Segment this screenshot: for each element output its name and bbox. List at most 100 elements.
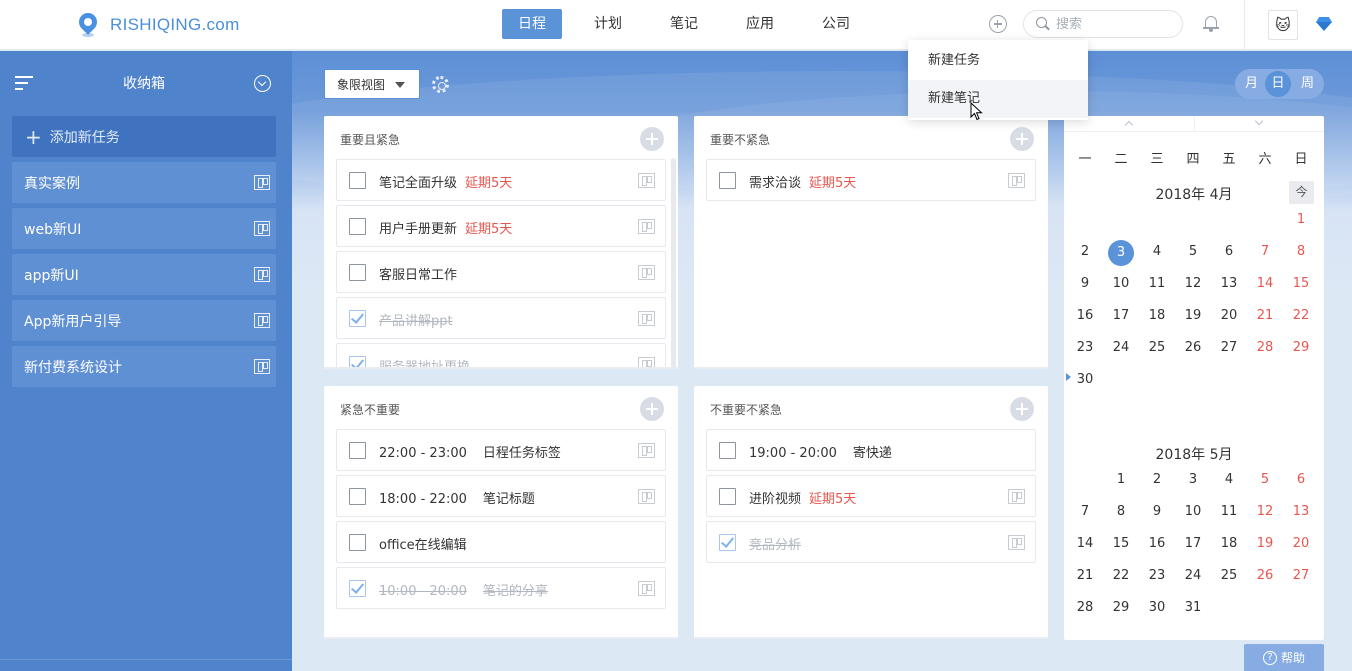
calendar-day[interactable]: 21	[1067, 564, 1103, 588]
sidebar-item[interactable]: web新UI	[12, 208, 276, 249]
calendar-day[interactable]: 5	[1175, 240, 1211, 264]
calendar-day[interactable]: 17	[1175, 532, 1211, 556]
search-input[interactable]	[1056, 16, 1166, 32]
view-select[interactable]: 象限视图	[324, 69, 420, 99]
kanban-icon[interactable]	[638, 489, 655, 504]
sidebar-item[interactable]: app新UI	[12, 254, 276, 295]
kanban-icon[interactable]	[254, 313, 270, 328]
task-item[interactable]: 服务器地址更换	[336, 343, 666, 369]
bell-icon[interactable]	[1203, 15, 1219, 33]
chevron-down-icon[interactable]	[1254, 116, 1264, 126]
kanban-icon[interactable]	[638, 219, 655, 234]
kanban-icon[interactable]	[1008, 173, 1025, 188]
add-circle-icon[interactable]	[989, 15, 1007, 33]
nav-tab-plan[interactable]: 计划	[582, 9, 634, 39]
calendar-day[interactable]: 8	[1283, 240, 1319, 264]
mode-day[interactable]: 日	[1265, 71, 1291, 97]
calendar-day[interactable]: 3	[1103, 240, 1139, 266]
calendar-day[interactable]: 10	[1175, 500, 1211, 524]
kanban-icon[interactable]	[254, 221, 270, 236]
add-task-icon[interactable]	[1010, 397, 1034, 421]
task-item[interactable]: 需求洽谈 延期5天	[706, 159, 1036, 201]
calendar-day[interactable]: 10	[1103, 272, 1139, 296]
add-task-icon[interactable]	[1010, 127, 1034, 151]
calendar-day[interactable]: 9	[1139, 500, 1175, 524]
gear-icon[interactable]	[432, 76, 449, 93]
task-checkbox[interactable]	[349, 310, 366, 327]
calendar-day[interactable]: 2	[1067, 240, 1103, 264]
calendar-day[interactable]: 23	[1139, 564, 1175, 588]
kanban-icon[interactable]	[638, 443, 655, 458]
task-checkbox[interactable]	[349, 264, 366, 281]
task-checkbox[interactable]	[349, 218, 366, 235]
kanban-icon[interactable]	[1008, 489, 1025, 504]
task-item[interactable]: 19:00 - 20:00 寄快递	[706, 429, 1036, 471]
task-item[interactable]: 22:00 - 23:00 日程任务标签	[336, 429, 666, 471]
add-task-icon[interactable]	[640, 127, 664, 151]
calendar-day[interactable]: 19	[1247, 532, 1283, 556]
task-checkbox[interactable]	[719, 442, 736, 459]
calendar-day[interactable]: 13	[1211, 272, 1247, 296]
calendar-day[interactable]: 29	[1103, 596, 1139, 620]
sidebar-item[interactable]: App新用户引导	[12, 300, 276, 341]
help-button[interactable]: ? 帮助	[1244, 644, 1324, 671]
task-item[interactable]: 竞品分析	[706, 521, 1036, 563]
task-item[interactable]: 18:00 - 22:00 笔记标题	[336, 475, 666, 517]
calendar-day[interactable]: 20	[1283, 532, 1319, 556]
calendar-day[interactable]: 18	[1211, 532, 1247, 556]
calendar-day[interactable]: 24	[1103, 336, 1139, 360]
chevron-up-icon[interactable]	[1124, 120, 1134, 130]
calendar-day[interactable]: 7	[1247, 240, 1283, 264]
calendar-day[interactable]: 25	[1211, 564, 1247, 588]
today-button[interactable]: 今	[1289, 181, 1314, 204]
calendar-day[interactable]: 29	[1283, 336, 1319, 360]
task-checkbox[interactable]	[349, 580, 366, 597]
kanban-icon[interactable]	[638, 311, 655, 326]
calendar-day[interactable]: 26	[1175, 336, 1211, 360]
chevron-down-icon[interactable]	[254, 75, 271, 92]
kanban-icon[interactable]	[638, 265, 655, 280]
calendar-day[interactable]: 18	[1139, 304, 1175, 328]
kanban-icon[interactable]	[254, 359, 270, 374]
kanban-icon[interactable]	[638, 173, 655, 188]
calendar-day[interactable]: 23	[1067, 336, 1103, 360]
task-item[interactable]: 笔记全面升级 延期5天	[336, 159, 666, 201]
task-item[interactable]: 10:00 - 20:00 笔记的分享	[336, 567, 666, 609]
calendar-day[interactable]: 20	[1211, 304, 1247, 328]
calendar-day[interactable]: 7	[1067, 500, 1103, 524]
sidebar-item[interactable]: 新付费系统设计	[12, 346, 276, 387]
calendar-day[interactable]: 28	[1067, 596, 1103, 620]
calendar-day[interactable]: 2	[1139, 468, 1175, 492]
task-item[interactable]: office在线编辑	[336, 521, 666, 563]
kanban-icon[interactable]	[1008, 535, 1025, 550]
calendar-day[interactable]: 31	[1175, 596, 1211, 620]
calendar-day[interactable]: 16	[1139, 532, 1175, 556]
task-checkbox[interactable]	[719, 534, 736, 551]
task-item[interactable]: 进阶视频 延期5天	[706, 475, 1036, 517]
sidebar-item[interactable]: 真实案例	[12, 162, 276, 203]
calendar-day[interactable]: 24	[1175, 564, 1211, 588]
task-checkbox[interactable]	[349, 534, 366, 551]
calendar-day[interactable]: 28	[1247, 336, 1283, 360]
task-item[interactable]: 用户手册更新 延期5天	[336, 205, 666, 247]
calendar-day[interactable]: 22	[1283, 304, 1319, 328]
logo[interactable]: RISHIQING.com	[75, 9, 240, 39]
calendar-day[interactable]: 19	[1175, 304, 1211, 328]
nav-tab-schedule[interactable]: 日程	[502, 9, 562, 39]
avatar[interactable]: 🐱	[1268, 10, 1298, 40]
task-item[interactable]: 客服日常工作	[336, 251, 666, 293]
calendar-day[interactable]: 1	[1103, 468, 1139, 492]
calendar-day[interactable]: 6	[1283, 468, 1319, 492]
calendar-day[interactable]: 13	[1283, 500, 1319, 524]
calendar-day[interactable]: 17	[1103, 304, 1139, 328]
scrollbar[interactable]	[671, 158, 676, 368]
nav-tab-company[interactable]: 公司	[810, 9, 862, 39]
calendar-day[interactable]: 30	[1067, 368, 1103, 392]
menu-item-new-task[interactable]: 新建任务	[908, 42, 1088, 80]
calendar-day[interactable]: 4	[1139, 240, 1175, 264]
calendar-day[interactable]: 3	[1175, 468, 1211, 492]
menu-item-new-note[interactable]: 新建笔记	[908, 80, 1088, 118]
nav-tab-apps[interactable]: 应用	[734, 9, 786, 39]
calendar-day[interactable]: 6	[1211, 240, 1247, 264]
task-item[interactable]: 产品讲解ppt	[336, 297, 666, 339]
